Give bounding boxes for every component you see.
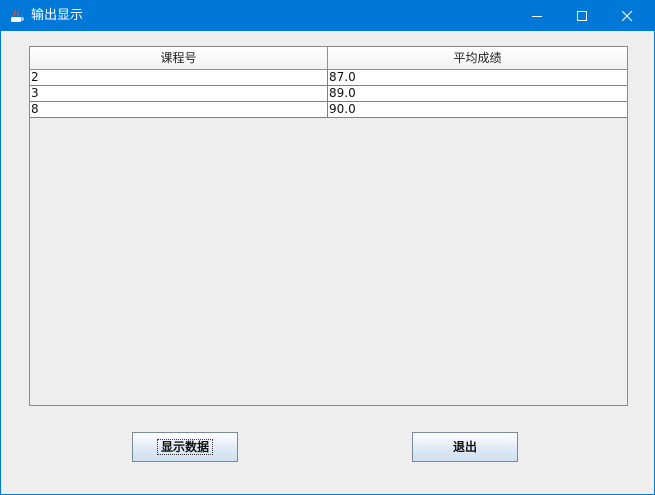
minimize-icon <box>532 16 542 17</box>
table-row[interactable]: 2 87.0 <box>30 70 627 86</box>
maximize-icon <box>577 11 587 21</box>
exit-label: 退出 <box>452 440 477 454</box>
title-bar[interactable]: 输出显示 <box>1 1 654 31</box>
cell-course-id[interactable]: 2 <box>30 70 328 85</box>
show-data-label: 显示数据 <box>160 440 209 454</box>
window-title: 输出显示 <box>31 8 84 23</box>
column-header-average-score[interactable]: 平均成绩 <box>328 47 627 70</box>
cell-average-score[interactable]: 90.0 <box>328 102 627 117</box>
cell-average-score[interactable]: 89.0 <box>328 86 627 101</box>
cell-average-score[interactable]: 87.0 <box>328 70 627 85</box>
cell-course-id[interactable]: 3 <box>30 86 328 101</box>
data-table[interactable]: 课程号 平均成绩 2 87.0 3 89.0 8 90.0 <box>29 46 628 406</box>
column-header-course-id[interactable]: 课程号 <box>30 47 328 70</box>
show-data-button[interactable]: 显示数据 <box>132 432 238 462</box>
close-button[interactable] <box>605 1 650 31</box>
exit-button[interactable]: 退出 <box>412 432 518 462</box>
table-header: 课程号 平均成绩 <box>30 47 627 70</box>
maximize-button[interactable] <box>560 1 605 31</box>
java-app-icon <box>9 8 25 24</box>
close-icon <box>622 11 633 22</box>
cell-course-id[interactable]: 8 <box>30 102 328 117</box>
table-row[interactable]: 8 90.0 <box>30 102 627 118</box>
table-row[interactable]: 3 89.0 <box>30 86 627 102</box>
app-window: 输出显示 课程号 平均成绩 2 87.0 3 89.0 8 90.0 显示数据 … <box>0 0 655 495</box>
minimize-button[interactable] <box>515 1 560 31</box>
